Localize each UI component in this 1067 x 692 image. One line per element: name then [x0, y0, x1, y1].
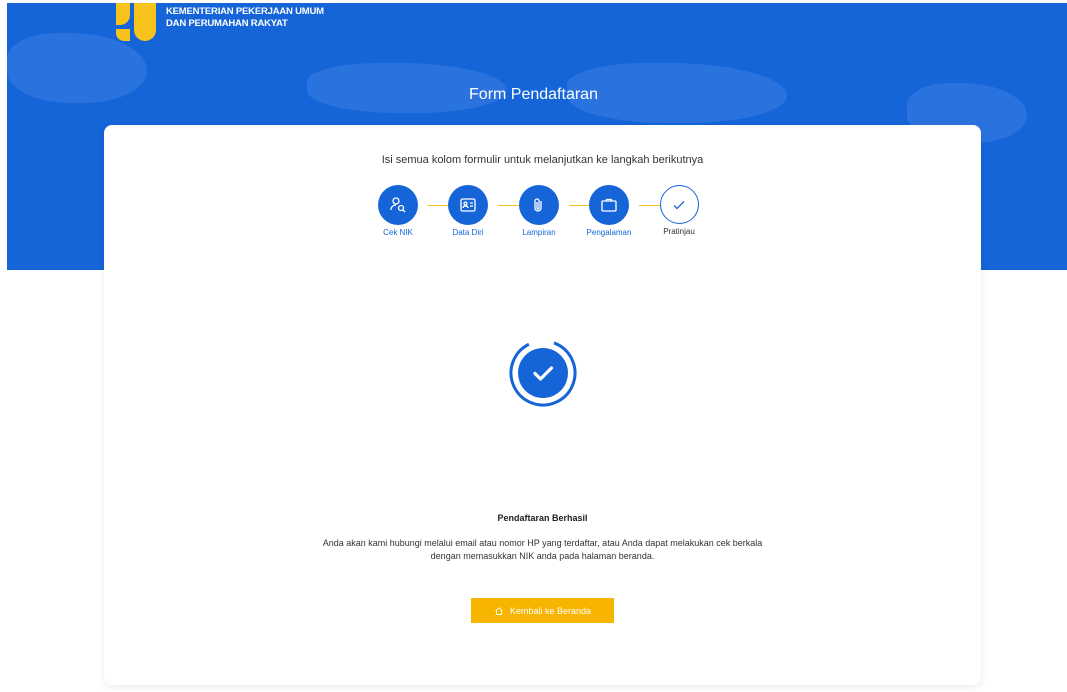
back-to-home-label: Kembali ke Beranda	[509, 605, 592, 616]
success-message-line1: Anda akan kami hubungi melalui email ata…	[322, 538, 763, 548]
success-title: Pendaftaran Berhasil	[497, 513, 588, 523]
step-cek-nik[interactable]: Cek NIK	[368, 185, 428, 237]
ministry-logo	[116, 3, 156, 43]
step-label: Pratinjau	[663, 227, 695, 236]
progress-stepper: Cek NIK Data Diri Lampiran Pengalaman Pr…	[378, 185, 708, 245]
id-card-icon	[448, 185, 488, 225]
org-name-line1: KEMENTERIAN PEKERJAAN UMUM	[166, 6, 324, 17]
step-pratinjau[interactable]: Pratinjau	[649, 185, 709, 236]
user-search-icon	[378, 185, 418, 225]
check-icon	[659, 185, 699, 224]
step-label: Lampiran	[522, 228, 556, 237]
step-label: Cek NIK	[383, 228, 413, 237]
paperclip-icon	[519, 185, 559, 225]
step-pengalaman[interactable]: Pengalaman	[579, 185, 639, 237]
step-label: Data Diri	[452, 228, 484, 237]
step-data-diri[interactable]: Data Diri	[438, 185, 498, 237]
briefcase-icon	[589, 185, 629, 225]
step-lampiran[interactable]: Lampiran	[509, 185, 569, 237]
form-instruction: Isi semua kolom formulir untuk melanjutk…	[381, 154, 704, 166]
org-name-line2: DAN PERUMAHAN RAKYAT	[166, 18, 288, 29]
back-to-home-button[interactable]: Kembali ke Beranda	[471, 598, 614, 623]
home-icon	[495, 606, 503, 615]
form-card: Isi semua kolom formulir untuk melanjutk…	[104, 125, 981, 685]
success-message-line2: dengan memasukkan NIK anda pada halaman …	[430, 551, 655, 561]
success-check-icon	[508, 338, 578, 408]
success-message: Anda akan kami hubungi melalui email ata…	[254, 537, 831, 563]
organization-name: KEMENTERIAN PEKERJAAN UMUM DAN PERUMAHAN…	[166, 6, 324, 30]
step-label: Pengalaman	[586, 228, 632, 237]
page-title: Form Pendaftaran	[469, 86, 598, 103]
